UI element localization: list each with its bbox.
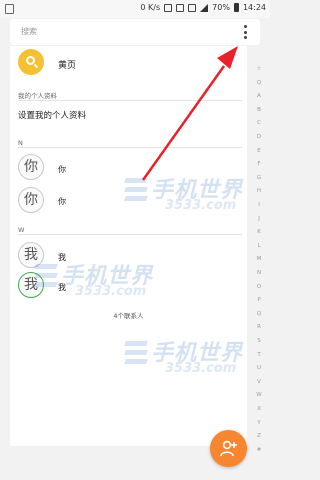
divider <box>18 234 242 235</box>
divider <box>18 100 242 101</box>
contact-avatar: 你 <box>18 187 44 213</box>
add-contact-button[interactable] <box>210 430 247 467</box>
contact-avatar: 我 <box>18 272 44 298</box>
yellow-pages-label: 黄页 <box>58 61 77 71</box>
index-letter[interactable]: R <box>252 324 266 330</box>
index-letter[interactable]: C <box>252 120 266 126</box>
index-letter[interactable]: V <box>252 379 266 385</box>
index-letter[interactable]: G <box>252 175 266 181</box>
my-profile-section-label: 我的个人资料 <box>18 92 57 100</box>
index-letter[interactable]: E <box>252 148 266 154</box>
index-letter[interactable]: D <box>252 134 266 140</box>
index-letter[interactable]: A <box>252 93 266 99</box>
battery-percent: 70% <box>212 3 230 12</box>
index-letter[interactable]: ☆ <box>252 66 266 72</box>
notification-icon <box>5 4 14 14</box>
index-letter[interactable]: N <box>252 270 266 276</box>
index-letter[interactable]: I <box>252 202 266 208</box>
index-letter[interactable]: F <box>252 161 266 167</box>
network-speed: 0 K/s <box>140 3 161 12</box>
search-icon <box>26 56 35 65</box>
contact-avatar: 你 <box>18 154 44 180</box>
index-letter[interactable]: Z <box>252 433 266 439</box>
group-letter-n: N <box>18 139 23 147</box>
status-right: 0 K/s 70% 14:24 <box>140 3 266 12</box>
setup-profile-row[interactable]: 设置我的个人资料 <box>18 109 86 121</box>
contact-name: 你 <box>58 197 66 206</box>
index-letter[interactable]: O <box>252 284 266 290</box>
index-letter[interactable]: X <box>252 406 266 412</box>
contact-name: 你 <box>58 165 66 174</box>
index-letter[interactable]: K <box>252 229 266 235</box>
index-letter[interactable]: M <box>252 256 266 262</box>
clock: 14:24 <box>242 3 266 12</box>
nfc-icon <box>164 3 173 12</box>
index-letter[interactable]: B <box>252 107 266 113</box>
index-letter[interactable]: T <box>252 352 266 358</box>
contacts-list: 黄页 我的个人资料 设置我的个人资料 N 你 你 你 你 W 我 我 我 我 4… <box>10 46 247 446</box>
contact-avatar: 我 <box>18 242 44 268</box>
search-bar[interactable]: 搜索 <box>10 19 260 45</box>
index-letter[interactable]: U <box>252 365 266 371</box>
index-letter[interactable]: J <box>252 216 266 222</box>
status-bar: 0 K/s 70% 14:24 <box>0 0 270 18</box>
index-letter[interactable]: H <box>252 188 266 194</box>
index-letter[interactable]: Q <box>252 311 266 317</box>
index-letter[interactable]: L <box>252 243 266 249</box>
index-letter[interactable]: P <box>252 297 266 303</box>
index-letter[interactable]: W <box>252 392 266 398</box>
battery-icon <box>233 3 239 12</box>
more-vertical-icon[interactable] <box>240 23 250 41</box>
mute-icon <box>176 3 185 12</box>
index-letter[interactable]: Y <box>252 420 266 426</box>
alphabet-index[interactable]: ☆ Q A B C D E F G H I J K L M N O P Q R S T U V W X Y Z # <box>252 66 266 476</box>
search-input[interactable]: 搜索 <box>21 26 37 37</box>
contact-name: 我 <box>58 283 66 292</box>
add-contact-icon <box>220 440 237 457</box>
group-letter-w: W <box>18 226 25 234</box>
index-letter[interactable]: Q <box>252 80 266 86</box>
contact-name: 我 <box>58 253 66 262</box>
signal-icon <box>200 3 209 12</box>
wifi-icon <box>188 3 197 12</box>
divider <box>18 147 242 148</box>
index-letter[interactable]: # <box>252 447 266 453</box>
yellow-pages-row[interactable]: 黄页 <box>10 46 247 80</box>
yellow-pages-avatar <box>18 49 44 75</box>
index-letter[interactable]: S <box>252 338 266 344</box>
contact-count: 4个联系人 <box>113 312 144 320</box>
